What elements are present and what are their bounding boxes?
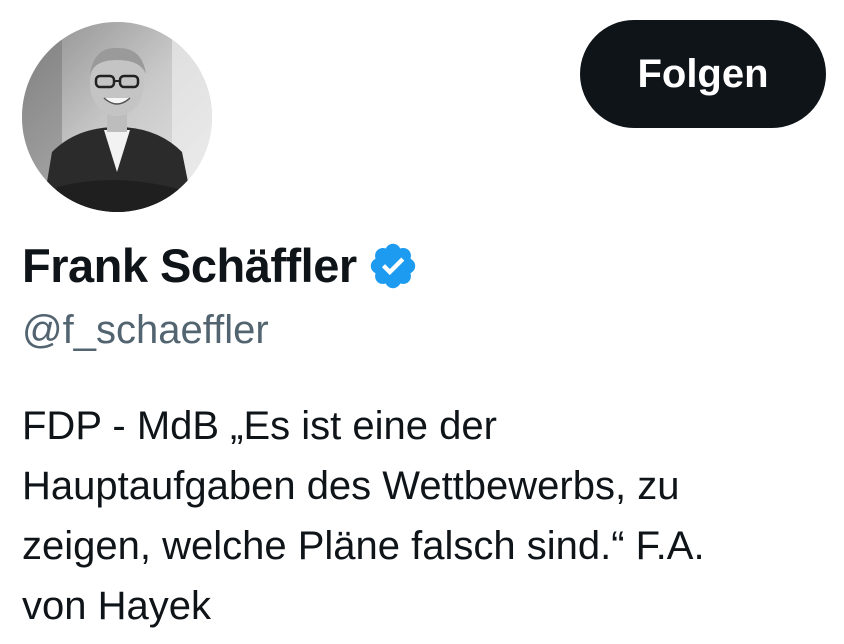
bio-line: FDP - MdB „Es ist eine der: [22, 404, 497, 448]
follow-button[interactable]: Folgen: [580, 20, 826, 128]
avatar-photo: [22, 22, 212, 212]
user-handle: @f_schaeffler: [22, 308, 269, 352]
profile-card: Folgen Frank Schäffler @f_schaeffler FDP…: [0, 0, 844, 644]
avatar[interactable]: [22, 22, 212, 212]
bio-line: von Hayek: [22, 584, 211, 628]
profile-bio: FDP - MdB „Es ist eine der Hauptaufgaben…: [22, 396, 822, 636]
bio-line: zeigen, welche Pläne falsch sind.“ F.A.: [22, 524, 705, 568]
display-name[interactable]: Frank Schäffler: [22, 236, 357, 296]
bio-line: Hauptaufgaben des Wettbewerbs, zu: [22, 464, 680, 508]
name-row: Frank Schäffler: [22, 236, 419, 296]
verified-badge-icon[interactable]: [367, 240, 419, 292]
